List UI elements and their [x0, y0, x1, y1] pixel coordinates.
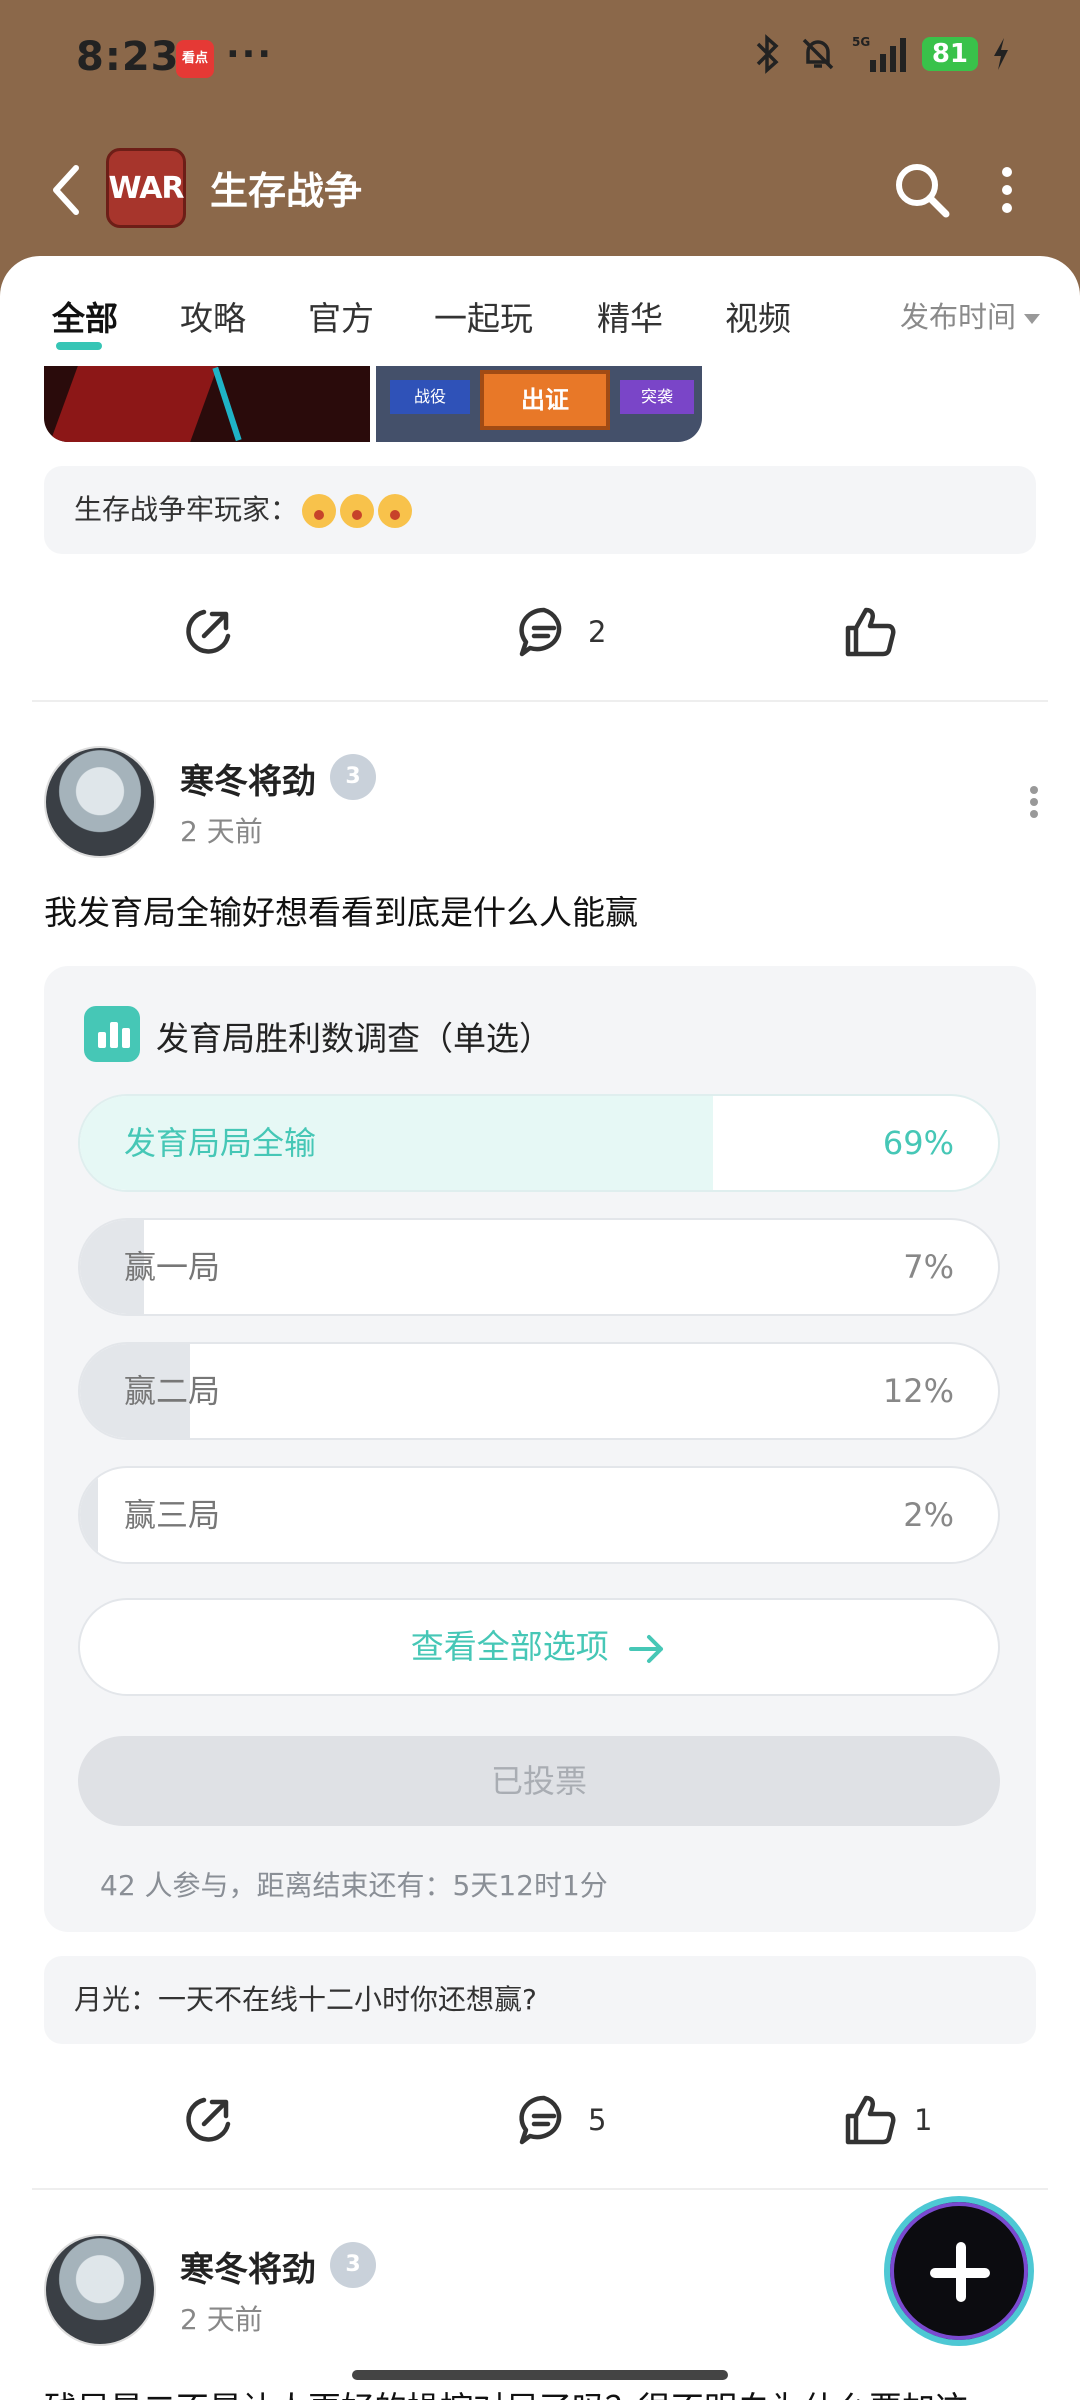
- arrow-right-icon: [629, 1634, 664, 1663]
- mute-icon: [802, 38, 834, 70]
- app-header: WAR 生存战争: [0, 130, 1080, 250]
- status-bar: 8:23 看点 ··· 5G 81: [0, 0, 1080, 120]
- status-time: 8:23: [76, 34, 180, 80]
- post-time: 2 天前: [180, 815, 263, 848]
- poll-option-fill: [80, 1468, 99, 1562]
- post-actions: 5 1: [0, 2070, 1080, 2170]
- poll-option-percent: 2%: [903, 1496, 954, 1534]
- tab-all[interactable]: 全部: [52, 292, 118, 350]
- tab-video[interactable]: 视频: [725, 292, 791, 340]
- comment-icon: [519, 607, 562, 657]
- share-icon: [186, 609, 231, 654]
- like-count: 1: [914, 2103, 933, 2137]
- poll-option-percent: 7%: [903, 1248, 954, 1286]
- comment-count: 2: [588, 615, 607, 649]
- sort-dropdown[interactable]: 发布时间: [900, 294, 1040, 336]
- bar-chart-icon: [84, 1006, 140, 1062]
- game-logo[interactable]: WAR: [106, 148, 186, 228]
- emoji-icon: [378, 494, 413, 528]
- back-arrow-icon[interactable]: [46, 160, 86, 220]
- poll-option-label: 赢一局: [124, 1248, 221, 1286]
- post-body[interactable]: 我发育局全输好想看看到底是什么人能赢: [44, 886, 638, 934]
- post-author-row: 寒冬将劲 3 2 天前: [44, 746, 1044, 866]
- bar-chart-bar: [98, 1032, 106, 1048]
- voted-button: 已投票: [78, 1736, 1000, 1826]
- tab-official[interactable]: 官方: [308, 292, 374, 340]
- tab-play-together[interactable]: 一起玩: [434, 292, 533, 340]
- thumbs-up-icon: [845, 2095, 896, 2145]
- svg-text:5G: 5G: [852, 35, 870, 49]
- author-name[interactable]: 寒冬将劲: [180, 2242, 316, 2291]
- top-comment[interactable]: 生存战争牢玩家：: [44, 466, 1036, 554]
- search-icon[interactable]: [890, 158, 954, 222]
- system-icons: 5G 81: [750, 34, 1010, 74]
- poll-option-percent: 12%: [882, 1372, 954, 1410]
- image-label-left: 战役: [390, 380, 470, 414]
- charging-icon: [994, 38, 1008, 70]
- like-button[interactable]: 1: [842, 2092, 932, 2148]
- post-actions: 2: [0, 582, 1080, 682]
- comment-text: 月光：一天不在线十二小时你还想赢?: [74, 1983, 537, 2016]
- 5g-signal-icon: 5G: [852, 35, 906, 72]
- tab-featured[interactable]: 精华: [597, 292, 663, 340]
- emoji-icon: [340, 494, 375, 528]
- poll-option[interactable]: 赢二局 12%: [78, 1342, 1000, 1440]
- caret-down-icon: [1024, 314, 1040, 324]
- poll-option-label: 发育局局全输: [124, 1124, 317, 1162]
- poll-meta: 42 人参与，距离结束还有：5天12时1分: [100, 1869, 608, 1902]
- post-divider: [32, 700, 1048, 702]
- tab-guide[interactable]: 攻略: [180, 292, 246, 340]
- post-body[interactable]: 残局是二不是让人更好的操控对局了吗？很不明白为什么要加这: [44, 2382, 968, 2400]
- sort-label: 发布时间: [899, 300, 1016, 334]
- comment-count: 5: [588, 2103, 607, 2137]
- poll-option[interactable]: 发育局局全输 69%: [78, 1094, 1000, 1192]
- category-tabs: 全部 攻略 官方 一起玩 精华 视频 发布时间: [0, 256, 1080, 366]
- like-button[interactable]: [842, 604, 898, 660]
- kandian-app-icon: 看点: [176, 40, 214, 78]
- share-icon: [186, 2097, 231, 2142]
- image-label-center: 出证: [480, 370, 610, 430]
- view-all-options-button[interactable]: 查看全部选项: [78, 1598, 1000, 1696]
- emoji-icon: [302, 494, 337, 528]
- comment-button[interactable]: 2: [516, 604, 606, 660]
- comment-button[interactable]: 5: [516, 2092, 606, 2148]
- view-all-label: 查看全部选项: [410, 1627, 609, 1666]
- comment-icon: [519, 2095, 562, 2145]
- share-button[interactable]: [180, 604, 236, 660]
- avatar[interactable]: [44, 2234, 156, 2346]
- bluetooth-icon: [756, 34, 779, 74]
- author-name[interactable]: 寒冬将劲: [180, 754, 316, 803]
- avatar[interactable]: [44, 746, 156, 858]
- level-badge: 3: [330, 754, 376, 800]
- share-button[interactable]: [180, 2092, 236, 2148]
- create-post-button[interactable]: [884, 2196, 1034, 2346]
- image-label-right: 突袭: [620, 380, 694, 414]
- post-time: 2 天前: [180, 2303, 263, 2336]
- post-more-icon[interactable]: [1024, 782, 1044, 822]
- content-sheet: 全部 攻略 官方 一起玩 精华 视频 发布时间 战役 出证 突袭 生存战争牢玩家…: [0, 256, 1080, 2400]
- poll-card: 发育局胜利数调查（单选） 发育局局全输 69% 赢一局 7% 赢二局 12% 赢…: [44, 966, 1036, 1932]
- poll-option-label: 赢二局: [124, 1372, 221, 1410]
- comment-text: 生存战争牢玩家：: [74, 493, 299, 526]
- top-comment[interactable]: 月光：一天不在线十二小时你还想赢?: [44, 1956, 1036, 2044]
- gesture-bar[interactable]: [352, 2370, 728, 2380]
- bar-chart-bar: [110, 1022, 118, 1048]
- battery-level: 81: [921, 37, 978, 71]
- post-image-2[interactable]: 战役 出证 突袭: [376, 366, 702, 442]
- poll-option-label: 赢三局: [124, 1496, 221, 1534]
- more-notifications-icon: ···: [226, 34, 274, 75]
- post-divider: [32, 2188, 1048, 2190]
- more-menu-icon[interactable]: [992, 160, 1022, 220]
- thumbs-up-icon: [845, 607, 896, 657]
- poll-option[interactable]: 赢三局 2%: [78, 1466, 1000, 1564]
- post-image-1[interactable]: [44, 366, 370, 442]
- poll-title: 发育局胜利数调查（单选）: [156, 1019, 552, 1058]
- poll-option[interactable]: 赢一局 7%: [78, 1218, 1000, 1316]
- page-title: 生存战争: [210, 169, 363, 213]
- bar-chart-bar: [122, 1028, 130, 1048]
- poll-option-percent: 69%: [882, 1124, 954, 1162]
- level-badge: 3: [330, 2242, 376, 2288]
